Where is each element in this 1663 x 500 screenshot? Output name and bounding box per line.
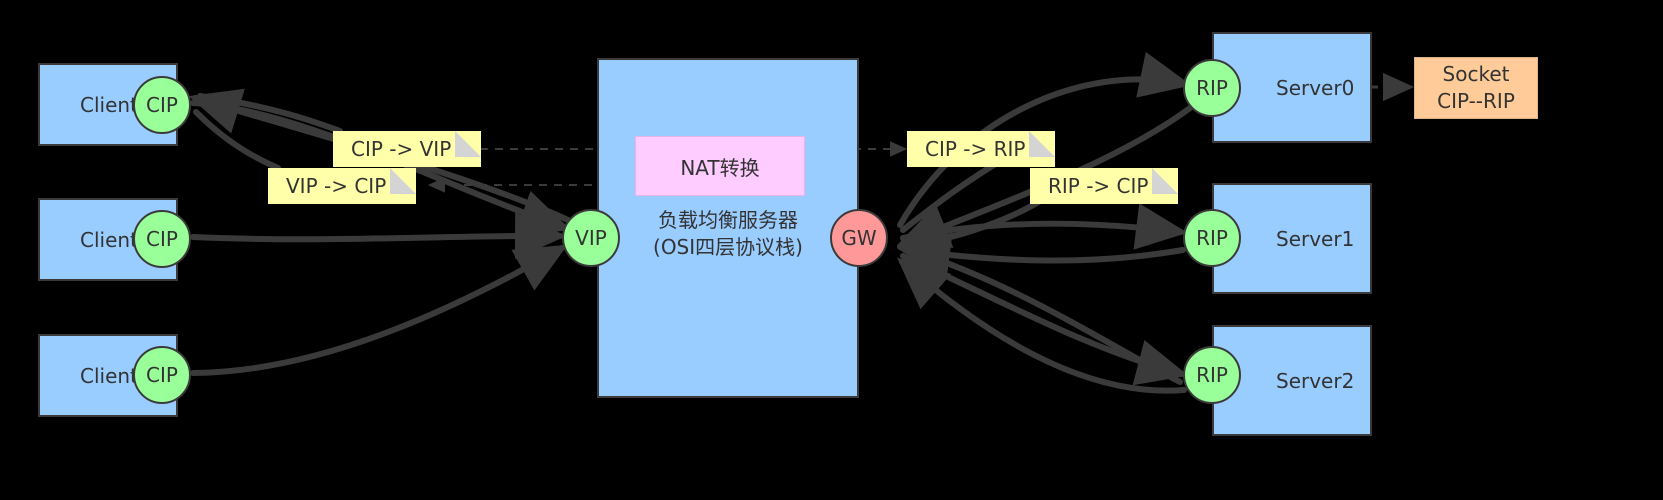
gw-badge[interactable]: GW	[830, 209, 888, 267]
nat-translation-label: NAT转换	[680, 155, 760, 180]
client-ip-badge-0[interactable]: CIP	[133, 76, 191, 134]
nat-translation-box[interactable]: NAT转换	[635, 136, 805, 196]
server-ip-badge-0[interactable]: RIP	[1183, 59, 1241, 117]
client-label-1: Client	[80, 227, 138, 252]
gw-badge-label: GW	[841, 226, 877, 250]
socket-box[interactable]: Socket CIP--RIP	[1414, 57, 1538, 119]
load-balancer-caption-line1: 负载均衡服务器	[658, 208, 798, 232]
server-ip-badge-label-2: RIP	[1196, 363, 1228, 387]
client-ip-badge-1[interactable]: CIP	[133, 210, 191, 268]
note-cip-to-vip-text: CIP -> VIP	[351, 137, 452, 161]
server-ip-badge-2[interactable]: RIP	[1183, 346, 1241, 404]
note-cip-to-rip-text: CIP -> RIP	[925, 137, 1026, 161]
server-label-0: Server0	[1276, 75, 1355, 100]
server-label-1: Server1	[1276, 226, 1355, 251]
socket-line1: Socket	[1442, 62, 1510, 86]
diagram-canvas: Client CIP Client CIP Client CIP NAT转换 负…	[0, 0, 1663, 500]
note-rip-to-cip-text: RIP -> CIP	[1048, 174, 1149, 198]
client-label-2: Client	[80, 363, 138, 388]
client-ip-badge-label-0: CIP	[146, 93, 178, 117]
client-ip-badge-label-1: CIP	[146, 227, 178, 251]
server-label-2: Server2	[1276, 368, 1355, 393]
note-cip-to-vip[interactable]: CIP -> VIP	[333, 131, 481, 167]
note-rip-to-cip[interactable]: RIP -> CIP	[1030, 168, 1178, 204]
client-ip-badge-2[interactable]: CIP	[133, 346, 191, 404]
note-vip-to-cip[interactable]: VIP -> CIP	[268, 168, 416, 204]
note-fold-icon	[390, 168, 416, 194]
socket-line2: CIP--RIP	[1437, 89, 1515, 113]
note-fold-icon	[1152, 168, 1178, 194]
note-fold-icon	[1029, 131, 1055, 157]
client-ip-badge-label-2: CIP	[146, 363, 178, 387]
load-balancer-caption: 负载均衡服务器 (OSI四层协议栈)	[597, 207, 859, 261]
load-balancer-caption-line2: (OSI四层协议栈)	[653, 235, 803, 259]
client-label-0: Client	[80, 92, 138, 117]
vip-badge-label: VIP	[575, 226, 607, 250]
server-ip-badge-label-1: RIP	[1196, 226, 1228, 250]
note-fold-icon	[455, 131, 481, 157]
vip-badge[interactable]: VIP	[562, 209, 620, 267]
server-ip-badge-1[interactable]: RIP	[1183, 209, 1241, 267]
note-cip-to-rip[interactable]: CIP -> RIP	[907, 131, 1055, 167]
note-vip-to-cip-text: VIP -> CIP	[286, 174, 387, 198]
server-ip-badge-label-0: RIP	[1196, 76, 1228, 100]
